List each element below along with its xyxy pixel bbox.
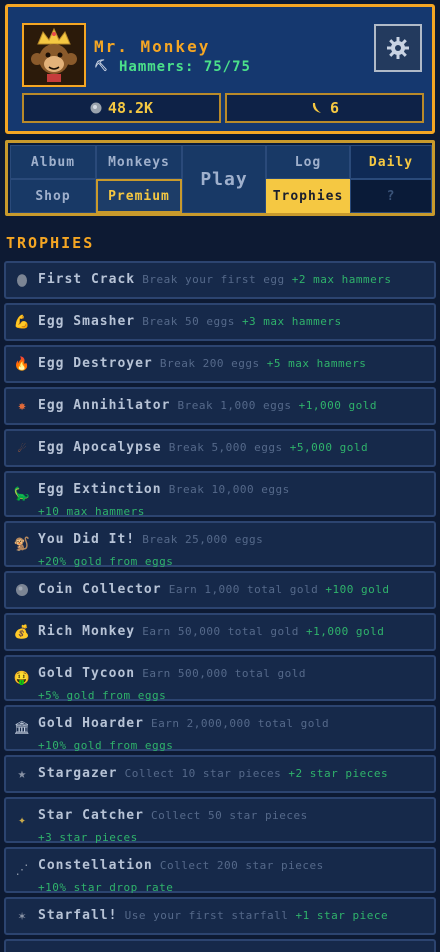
- trophy-row: 💰 Rich Monkey Earn 50,000 total gold +1,…: [4, 613, 436, 651]
- money-bag-icon: 💰: [13, 624, 31, 640]
- trophy-row: ✦ Star Catcher Collect 50 star pieces +3 …: [4, 797, 436, 844]
- hammer-icon: ⛏: [94, 59, 109, 72]
- shop-button[interactable]: Shop: [10, 179, 96, 213]
- trophy-row: 🏛 Gold Hoarder Earn 2,000,000 total gold…: [4, 705, 436, 752]
- trophy-row: 🐒 You Did It! Break 25,000 eggs +20% gold…: [4, 521, 436, 568]
- star-icon: ★: [17, 766, 27, 782]
- trophy-row-partial: [4, 939, 436, 952]
- monkey-icon: 🐒: [13, 536, 31, 552]
- player-header: Mr. Monkey ⛏ Hammers: 75/75 48.2K 6: [5, 4, 435, 134]
- coin-icon: [16, 584, 28, 596]
- play-button[interactable]: Play: [182, 145, 266, 213]
- trophy-row: ☄ Egg Apocalypse Break 5,000 eggs +5,000…: [4, 429, 436, 467]
- section-title: TROPHIES: [6, 234, 95, 252]
- trophy-row: ⋰ Constellation Collect 200 star pieces +…: [4, 847, 436, 894]
- log-button[interactable]: Log: [266, 145, 350, 179]
- main-menu: Album Monkeys Play Log Daily Shop Premiu…: [5, 140, 435, 216]
- fire-icon: 🔥: [13, 356, 31, 372]
- daily-button[interactable]: Daily: [350, 145, 432, 179]
- trophy-row: First Crack Break your first egg +2 max …: [4, 261, 436, 299]
- gold-amount: 48.2K: [107, 99, 154, 117]
- sparkle-icon: ✦: [18, 812, 26, 828]
- banana-icon: [312, 103, 321, 113]
- explosion-icon: ✸: [18, 398, 26, 414]
- gold-display: 48.2K: [22, 93, 221, 123]
- money-face-icon: 🤑: [13, 670, 31, 686]
- banana-display: 6: [225, 93, 424, 123]
- trophy-row: ✶ Starfall! Use your first starfall +1 s…: [4, 897, 436, 935]
- trophy-row: 🤑 Gold Tycoon Earn 500,000 total gold +5%…: [4, 655, 436, 702]
- hammers-counter: ⛏ Hammers: 75/75: [94, 59, 251, 75]
- trophy-row: 💪 Egg Smasher Break 50 eggs +3 max hamme…: [4, 303, 436, 341]
- trophy-row: 🔥 Egg Destroyer Break 200 eggs +5 max ha…: [4, 345, 436, 383]
- monkey-avatar: [22, 23, 86, 87]
- constellation-icon: ⋰: [15, 862, 29, 878]
- gear-icon: [387, 37, 409, 59]
- coin-icon: [90, 102, 102, 114]
- settings-button[interactable]: [374, 24, 422, 72]
- egg-icon: [17, 274, 27, 287]
- crowned-monkey-icon: [31, 27, 77, 82]
- trophy-row: Coin Collector Earn 1,000 total gold +10…: [4, 571, 436, 609]
- hammers-label: Hammers: 75/75: [118, 59, 251, 75]
- flexed-arm-icon: 💪: [13, 314, 31, 330]
- banana-amount: 6: [329, 99, 340, 117]
- dinosaur-icon: 🦕: [13, 486, 31, 502]
- trophy-row: 🦕 Egg Extinction Break 10,000 eggs +10 ma…: [4, 471, 436, 518]
- trophy-row: ★ Stargazer Collect 10 star pieces +2 st…: [4, 755, 436, 793]
- shooting-star-icon: ✶: [18, 908, 26, 924]
- premium-button[interactable]: Premium: [96, 179, 182, 213]
- meteor-icon: ☄: [18, 440, 26, 456]
- bank-icon: 🏛: [13, 720, 31, 736]
- monkeys-button[interactable]: Monkeys: [96, 145, 182, 179]
- player-name: Mr. Monkey: [94, 37, 211, 56]
- locked-button[interactable]: ?: [350, 179, 432, 213]
- album-button[interactable]: Album: [10, 145, 96, 179]
- trophies-tab[interactable]: Trophies: [266, 179, 350, 213]
- trophy-row: ✸ Egg Annihilator Break 1,000 eggs +1,00…: [4, 387, 436, 425]
